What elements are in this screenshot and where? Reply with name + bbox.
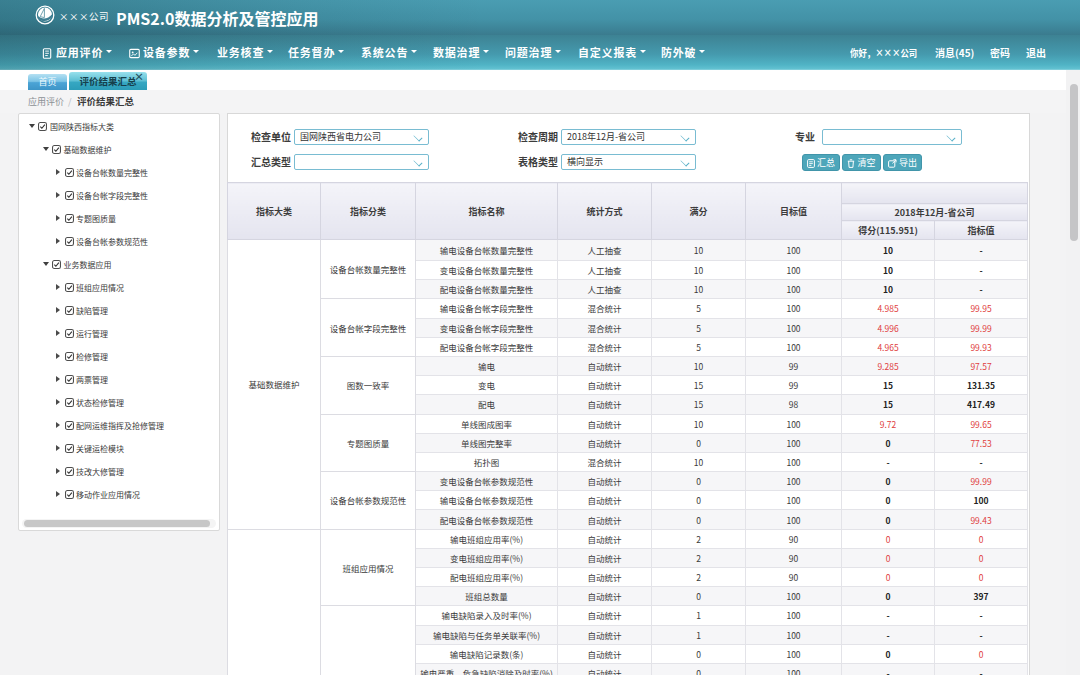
tree-node[interactable]: 基础数据维护 [19, 138, 219, 161]
tree-panel: 国网陕西指标大类 基础数据维护 设备台帐数量完整性 设备台帐字段完整性 专题图质… [18, 113, 220, 531]
tree-node[interactable]: 设备台帐参数规范性 [19, 230, 219, 253]
result-table: 指标大类指标分类指标名称统计方式 满分目标值 2018年12月-省公司 得分(1… [227, 182, 1028, 675]
tree-node[interactable]: 专题图质量 [19, 207, 219, 230]
tree-node[interactable]: 国网陕西指标大类 [19, 115, 219, 138]
tab-bar: 首页 评价结果汇总× [0, 70, 1080, 90]
sel-table-type[interactable]: 横向显示 [561, 154, 696, 170]
tree-node[interactable]: 缺陷管理 [19, 299, 219, 322]
main-panel: 检查单位 国网陕西省电力公司 检查周期 2018年12月-省公司 专业 汇总类型… [227, 113, 1030, 675]
tree-node[interactable]: 班组应用情况 [19, 276, 219, 299]
tab-home[interactable]: 首页 [28, 74, 67, 90]
sel-period[interactable]: 2018年12月-省公司 [561, 129, 696, 145]
sel-unit[interactable]: 国网陕西省电力公司 [294, 129, 429, 145]
pms-data-analysis-app: ×××公司 PMS2.0数据分析及管控应用 应用评价 设备参数 业务核查 任务督… [0, 0, 1080, 675]
tree-node[interactable]: 配网运维指挥及抢修管理 [19, 414, 219, 437]
page-scrollbar [1066, 70, 1080, 675]
tree-node[interactable]: 移动作业应用情况 [19, 483, 219, 506]
tree-node[interactable]: 业务数据应用 [19, 253, 219, 276]
btn-export[interactable]: 导出 [883, 154, 922, 171]
top-header: ×××公司 PMS2.0数据分析及管控应用 [0, 0, 1080, 35]
btn-clear[interactable]: 清空 [842, 154, 881, 171]
tree-node[interactable]: 两票管理 [19, 368, 219, 391]
brand: ×××公司 [35, 5, 55, 25]
tree-node[interactable]: 设备台帐数量完整性 [19, 161, 219, 184]
sel-sum-type[interactable] [294, 154, 429, 170]
messages[interactable]: 消息(45) [935, 35, 974, 70]
btn-summary[interactable]: 汇总 [802, 154, 840, 171]
tab-active[interactable]: 评价结果汇总× [69, 72, 147, 90]
tree-node[interactable]: 运行管理 [19, 322, 219, 345]
greeting: 你好，×××公司 [850, 35, 917, 70]
tree-node[interactable]: 关键运检模块 [19, 437, 219, 460]
breadcrumb: 应用评价/评价结果汇总 [0, 90, 1080, 113]
tree-node[interactable]: 检修管理 [19, 345, 219, 368]
logout[interactable]: 退出 [1026, 35, 1046, 70]
tree-node[interactable]: 技改大修管理 [19, 460, 219, 483]
app-title: PMS2.0数据分析及管控应用 [116, 6, 318, 30]
tree-node[interactable]: 状态检修管理 [19, 391, 219, 414]
password[interactable]: 密码 [990, 35, 1010, 70]
tree-scrollbar [22, 519, 216, 528]
sel-major[interactable] [822, 129, 962, 145]
tree-node[interactable]: 设备台帐字段完整性 [19, 184, 219, 207]
main-nav: 应用评价 设备参数 业务核查 任务督办 系统公告 数据治理 问题治理 自定义报表… [0, 35, 1080, 70]
